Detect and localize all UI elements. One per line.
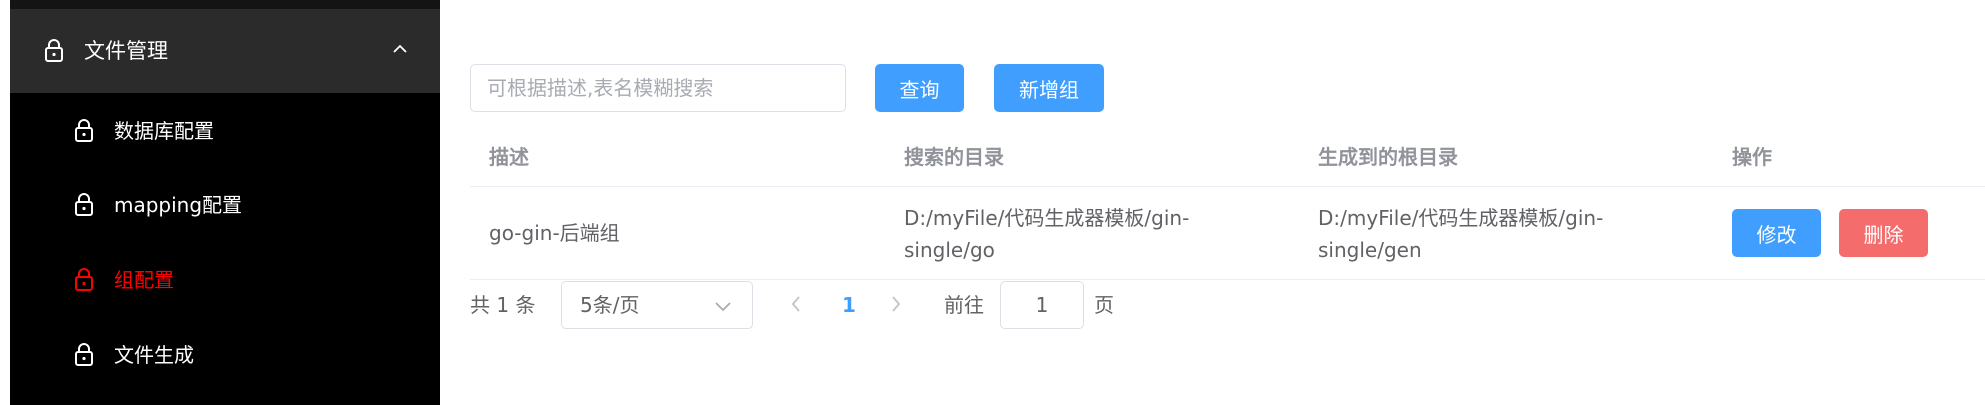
sidebar-item-label: 文件生成 [114, 343, 194, 367]
sidebar-item-mapping-config[interactable]: mapping配置 [10, 168, 440, 242]
goto-page-input[interactable] [1000, 281, 1084, 329]
sidebar-item-label: 数据库配置 [114, 119, 214, 143]
column-header-actions: 操作 [1732, 145, 1772, 169]
table-header-divider [470, 186, 1985, 187]
chevron-down-icon [714, 298, 732, 317]
sidebar-item-label: 组配置 [114, 268, 174, 292]
cell-gen-dir: D:/myFile/代码生成器模板/gin- single/gen [1318, 202, 1603, 266]
cell-search-dir: D:/myFile/代码生成器模板/gin- single/go [904, 202, 1189, 266]
prev-page-icon[interactable] [790, 294, 802, 318]
lock-icon [74, 267, 94, 295]
page-size-select[interactable]: 5条/页 [561, 281, 753, 329]
column-header-gen-root-dir: 生成到的根目录 [1318, 145, 1458, 169]
sidebar-item-label: mapping配置 [114, 193, 243, 217]
menu-group-label: 文件管理 [84, 39, 168, 63]
column-header-description: 描述 [489, 145, 529, 169]
next-page-icon[interactable] [890, 294, 902, 318]
search-input[interactable] [470, 64, 846, 112]
cell-description: go-gin-后端组 [489, 221, 620, 245]
sidebar: 文件管理 数据库配置 mapping配置 组配置 文件生成 [10, 0, 440, 405]
page-size-value: 5条/页 [580, 293, 640, 317]
lock-icon [44, 38, 64, 66]
sidebar-item-file-generate[interactable]: 文件生成 [10, 318, 440, 392]
lock-icon [74, 192, 94, 220]
cell-gen-dir-line2: single/gen [1318, 238, 1422, 262]
lock-icon [74, 342, 94, 370]
menu-group-file-management[interactable]: 文件管理 [10, 9, 440, 93]
add-group-button[interactable]: 新增组 [994, 64, 1104, 112]
lock-icon [74, 118, 94, 146]
chevron-up-icon[interactable] [392, 41, 408, 60]
sidebar-item-group-config[interactable]: 组配置 [10, 243, 440, 317]
delete-button[interactable]: 删除 [1839, 209, 1928, 257]
cell-search-dir-line2: single/go [904, 238, 995, 262]
page-suffix-label: 页 [1094, 293, 1114, 317]
page-number-current[interactable]: 1 [838, 289, 860, 321]
sidebar-top-strip [10, 0, 440, 9]
edit-button[interactable]: 修改 [1732, 209, 1821, 257]
sidebar-item-database-config[interactable]: 数据库配置 [10, 94, 440, 168]
goto-label: 前往 [944, 293, 984, 317]
column-header-search-dir: 搜索的目录 [904, 145, 1004, 169]
table-row-divider [470, 279, 1985, 280]
cell-gen-dir-line1: D:/myFile/代码生成器模板/gin- [1318, 206, 1604, 230]
cell-search-dir-line1: D:/myFile/代码生成器模板/gin- [904, 206, 1190, 230]
query-button[interactable]: 查询 [875, 64, 964, 112]
pagination-total: 共 1 条 [470, 293, 536, 317]
